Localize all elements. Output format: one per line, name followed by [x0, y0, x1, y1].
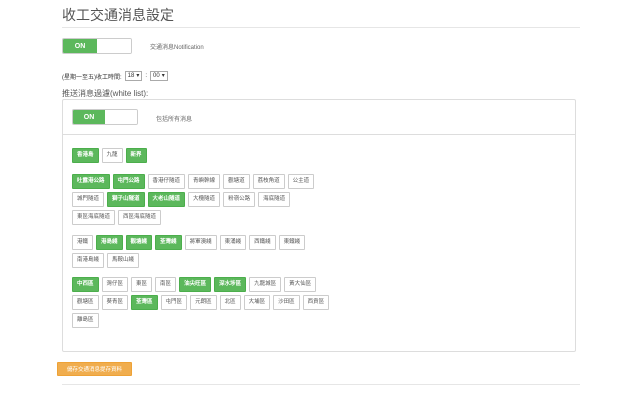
include-all-label: 包括所有消息: [156, 117, 193, 123]
filter-chip[interactable]: 海底隧道: [258, 192, 291, 207]
page-title: 收工交通消息設定: [62, 7, 174, 23]
filter-chip[interactable]: 九龍城區: [249, 277, 282, 292]
filter-chip[interactable]: 深水埗區: [214, 277, 247, 292]
save-button[interactable]: 儲存交通消息提存資料: [57, 362, 132, 376]
filter-chip[interactable]: 觀塘道: [223, 174, 250, 189]
notification-label: 交通消息Notification: [150, 45, 204, 51]
filter-chip[interactable]: 東區海底隧道: [72, 210, 116, 225]
chevron-down-icon: ▾: [136, 73, 140, 79]
time-row: (星期一至五)收工時間: 18 ▾ : 00 ▾: [62, 71, 168, 81]
filter-chip[interactable]: 黃大仙區: [284, 277, 317, 292]
minute-select[interactable]: 00 ▾: [150, 71, 168, 81]
filter-chip[interactable]: 九龍: [101, 148, 123, 163]
filter-chip[interactable]: 荔枝角道: [252, 174, 285, 189]
filter-chip[interactable]: 屯門公路: [112, 174, 145, 189]
filter-chip[interactable]: 北區: [219, 295, 241, 310]
filter-chip[interactable]: 南港島綫: [72, 253, 105, 268]
chevron-down-icon: ▾: [161, 73, 165, 79]
filter-chip[interactable]: 大老山隧道: [147, 192, 186, 207]
filter-chip[interactable]: 中西區: [72, 277, 99, 292]
filter-chip[interactable]: 公主道: [287, 174, 315, 189]
filter-chip[interactable]: 港島綫: [96, 235, 123, 250]
filter-chip[interactable]: 大欖隧道: [188, 192, 221, 207]
filter-chip[interactable]: 城門隧道: [72, 192, 105, 207]
filter-chip[interactable]: 吐露港公路: [72, 174, 110, 189]
filter-chip[interactable]: 大埔區: [243, 295, 271, 310]
filter-chip[interactable]: 荃灣綫: [155, 235, 182, 250]
filter-chip[interactable]: 香港仔隧道: [147, 174, 186, 189]
filter-chip[interactable]: 觀塘綫: [125, 235, 153, 250]
filter-chip[interactable]: 馬鞍山綫: [107, 253, 140, 268]
filter-chip[interactable]: 粉嶺公路: [223, 192, 256, 207]
filter-chip[interactable]: 屯門區: [160, 295, 188, 310]
filter-chip[interactable]: 獅子山隧道: [107, 192, 145, 207]
district-group: 中西區 灣仔區 東區 南區 油尖旺區 深水埗區 九龍城區 黃大仙區觀塘區 葵青區 荃灣區 屯門區 元朗…: [72, 277, 332, 328]
notification-toggle[interactable]: ON: [62, 38, 132, 54]
filter-chip[interactable]: 離島區: [72, 313, 99, 328]
filter-chip[interactable]: 荃灣區: [131, 295, 158, 310]
filter-chip[interactable]: 港鐵: [72, 235, 94, 250]
hour-select[interactable]: 18 ▾: [124, 71, 143, 81]
filter-chip[interactable]: 西區海底隧道: [118, 210, 162, 225]
filter-chip[interactable]: 沙田區: [273, 295, 300, 310]
include-all-toggle[interactable]: ON: [72, 109, 138, 125]
region-group: 香港島 九龍 新界: [72, 148, 332, 163]
filter-chip[interactable]: 將軍澳綫: [184, 235, 217, 250]
filter-chip[interactable]: 灣仔區: [101, 277, 129, 292]
filter-chip[interactable]: 西鐵綫: [249, 235, 276, 250]
whitelist-panel: ON 包括所有消息 香港島 九龍 新界 吐露港公路 屯門公路 香港仔隧道 青嶼幹線 觀塘道荔…: [62, 99, 576, 352]
divider: [62, 384, 580, 385]
filter-chip[interactable]: 葵青區: [101, 295, 129, 310]
filter-chip[interactable]: 香港島: [72, 148, 99, 163]
filter-chip[interactable]: 東區: [131, 277, 153, 292]
filter-chip[interactable]: 青嶼幹線: [188, 174, 221, 189]
filter-chip[interactable]: 元朗區: [190, 295, 217, 310]
whitelist-title: 推送消息過濾(white list):: [62, 89, 149, 98]
mtr-group: 港鐵 港島綫 觀塘綫 荃灣綫 將軍澳綫 東涌綫 西鐵綫 東鐵綫南港島綫 馬鞍山綫: [72, 235, 332, 268]
filter-chip[interactable]: 南區: [155, 277, 177, 292]
toggle-on-label: ON: [73, 110, 105, 124]
divider: [62, 27, 580, 28]
filter-chip[interactable]: 觀塘區: [72, 295, 99, 310]
filter-chip[interactable]: 油尖旺區: [179, 277, 212, 292]
road-group: 吐露港公路 屯門公路 香港仔隧道 青嶼幹線 觀塘道 荔枝角道 公主道城門隧道 獅子山隧道 大老山…: [72, 174, 332, 225]
filter-chip[interactable]: 東鐵綫: [278, 235, 306, 250]
filter-chip[interactable]: 西貢區: [302, 295, 330, 310]
filter-chip[interactable]: 東涌綫: [219, 235, 247, 250]
time-label: (星期一至五)收工時間:: [62, 74, 122, 81]
panel-header: ON 包括所有消息: [63, 100, 575, 135]
filter-chip[interactable]: 新界: [125, 148, 147, 163]
toggle-on-label: ON: [63, 39, 97, 53]
